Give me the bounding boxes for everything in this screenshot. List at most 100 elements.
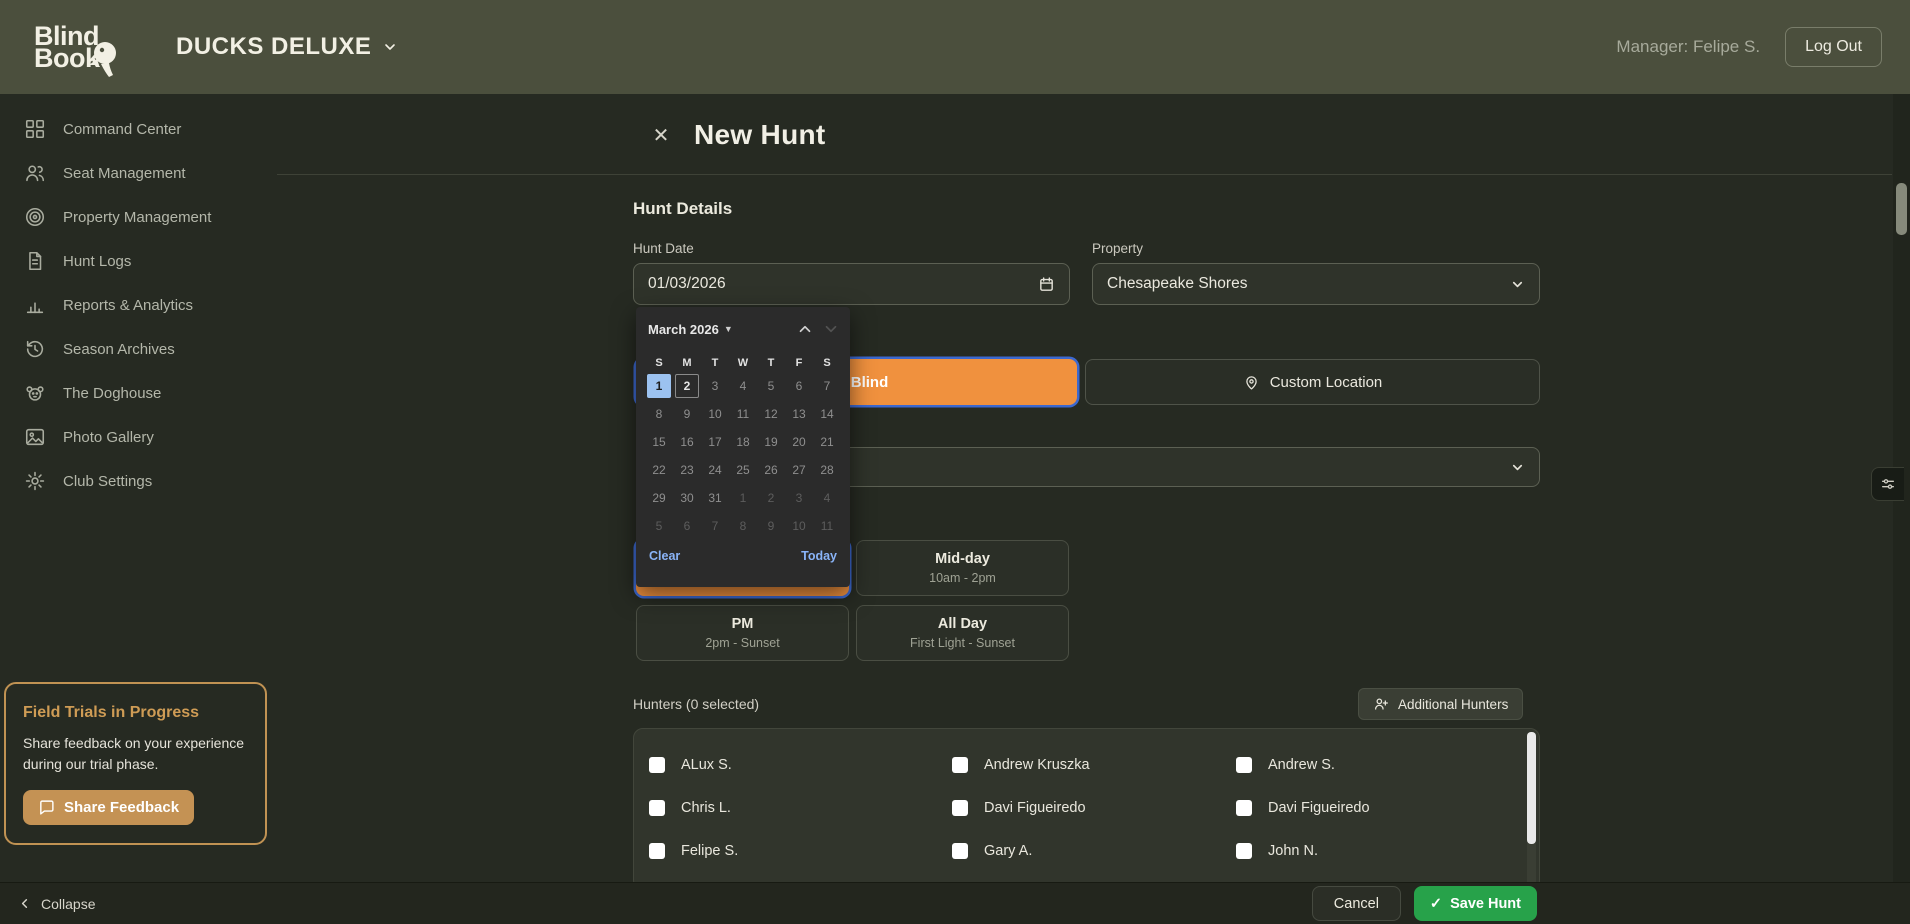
calendar-day-26[interactable]: 26 xyxy=(757,456,785,484)
calendar-day-2[interactable]: 2 xyxy=(757,484,785,512)
hunter-checkbox-row-chris-l[interactable]: Chris L. xyxy=(649,786,952,829)
calendar-day-11[interactable]: 11 xyxy=(729,400,757,428)
calendar-day-19[interactable]: 19 xyxy=(757,428,785,456)
calendar-day-1-selected[interactable]: 1 xyxy=(645,372,673,400)
checkbox[interactable] xyxy=(952,757,968,773)
calendar-day-5[interactable]: 5 xyxy=(757,372,785,400)
calendar-day-5[interactable]: 5 xyxy=(645,512,673,540)
hunter-checkbox-row-gary-a[interactable]: Gary A. xyxy=(952,829,1236,872)
calendar-day-8[interactable]: 8 xyxy=(729,512,757,540)
calendar-day-2-today[interactable]: 2 xyxy=(673,372,701,400)
club-selector[interactable]: DUCKS DELUXE xyxy=(176,33,398,61)
calendar-day-20[interactable]: 20 xyxy=(785,428,813,456)
person-plus-icon xyxy=(1373,696,1389,712)
cancel-button[interactable]: Cancel xyxy=(1312,886,1401,921)
sidebar-item-property-management[interactable]: Property Management xyxy=(0,195,277,239)
calendar-day-10[interactable]: 10 xyxy=(785,512,813,540)
calendar-day-31[interactable]: 31 xyxy=(701,484,729,512)
calendar-day-7[interactable]: 7 xyxy=(813,372,841,400)
checkbox[interactable] xyxy=(1236,843,1252,859)
calendar-day-9[interactable]: 9 xyxy=(673,400,701,428)
footer-bar: Collapse Cancel ✓ Save Hunt xyxy=(0,882,1910,924)
page-scrollbar-thumb[interactable] xyxy=(1896,183,1907,235)
sidebar-item-season-archives[interactable]: Season Archives xyxy=(0,327,277,371)
app-logo[interactable]: Blind Book™ xyxy=(34,25,134,69)
calendar-day-28[interactable]: 28 xyxy=(813,456,841,484)
calendar-day-24[interactable]: 24 xyxy=(701,456,729,484)
sidebar-item-photo-gallery[interactable]: Photo Gallery xyxy=(0,415,277,459)
sidebar-item-the-doghouse[interactable]: The Doghouse xyxy=(0,371,277,415)
hunter-checkbox-row-alux-s[interactable]: ALux S. xyxy=(649,743,952,786)
hunter-checkbox-row-davi-figueiredo[interactable]: Davi Figueiredo xyxy=(952,786,1236,829)
calendar-day-6[interactable]: 6 xyxy=(673,512,701,540)
hunter-checkbox-row-john-n[interactable]: John N. xyxy=(1236,829,1519,872)
sidebar-item-command-center[interactable]: Command Center xyxy=(0,107,277,151)
checkbox[interactable] xyxy=(1236,800,1252,816)
calendar-day-14[interactable]: 14 xyxy=(813,400,841,428)
additional-hunters-button[interactable]: Additional Hunters xyxy=(1358,688,1523,720)
checkbox[interactable] xyxy=(649,843,665,859)
calendar-day-15[interactable]: 15 xyxy=(645,428,673,456)
checkbox[interactable] xyxy=(649,757,665,773)
hunter-checkbox-row-davi-figueiredo[interactable]: Davi Figueiredo xyxy=(1236,786,1519,829)
calendar-day-18[interactable]: 18 xyxy=(729,428,757,456)
calendar-day-27[interactable]: 27 xyxy=(785,456,813,484)
share-feedback-button[interactable]: Share Feedback xyxy=(23,790,194,825)
calendar-day-23[interactable]: 23 xyxy=(673,456,701,484)
hunter-checkbox-row-andrew-s[interactable]: Andrew S. xyxy=(1236,743,1519,786)
calendar-day-6[interactable]: 6 xyxy=(785,372,813,400)
calendar-day-1[interactable]: 1 xyxy=(729,484,757,512)
calendar-day-8[interactable]: 8 xyxy=(645,400,673,428)
time-slot-pm[interactable]: PM 2pm - Sunset xyxy=(636,605,849,661)
calendar-day-22[interactable]: 22 xyxy=(645,456,673,484)
calendar-day-21[interactable]: 21 xyxy=(813,428,841,456)
calendar-day-3[interactable]: 3 xyxy=(785,484,813,512)
chevron-down-icon xyxy=(1510,277,1525,292)
property-select[interactable]: Chesapeake Shores xyxy=(1092,263,1540,305)
history-icon xyxy=(24,338,46,360)
calendar-day-16[interactable]: 16 xyxy=(673,428,701,456)
section-title-hunt-details: Hunt Details xyxy=(633,199,732,219)
sidebar-item-club-settings[interactable]: Club Settings xyxy=(0,459,277,503)
calendar-day-12[interactable]: 12 xyxy=(757,400,785,428)
time-slot-all-day[interactable]: All Day First Light - Sunset xyxy=(856,605,1069,661)
calendar-day-17[interactable]: 17 xyxy=(701,428,729,456)
custom-location-button[interactable]: Custom Location xyxy=(1085,359,1540,405)
sidebar-item-hunt-logs[interactable]: Hunt Logs xyxy=(0,239,277,283)
calendar-day-30[interactable]: 30 xyxy=(673,484,701,512)
calendar-weekday: M xyxy=(673,354,701,372)
hunt-date-input[interactable]: 01/03/2026 xyxy=(633,263,1070,305)
calendar-day-4[interactable]: 4 xyxy=(729,372,757,400)
check-icon: ✓ xyxy=(1430,896,1442,912)
calendar-day-9[interactable]: 9 xyxy=(757,512,785,540)
calendar-day-11[interactable]: 11 xyxy=(813,512,841,540)
close-modal-button[interactable]: ✕ xyxy=(646,120,676,150)
calendar-clear-button[interactable]: Clear xyxy=(649,549,680,563)
sidebar-item-label: Command Center xyxy=(63,121,181,138)
calendar-next-month-button[interactable] xyxy=(822,320,840,338)
calendar-prev-month-button[interactable] xyxy=(796,320,814,338)
collapse-sidebar-button[interactable]: Collapse xyxy=(17,896,95,912)
calendar-day-4[interactable]: 4 xyxy=(813,484,841,512)
save-hunt-button[interactable]: ✓ Save Hunt xyxy=(1414,886,1537,921)
side-panel-toggle[interactable] xyxy=(1871,467,1904,501)
calendar-day-13[interactable]: 13 xyxy=(785,400,813,428)
calendar-day-25[interactable]: 25 xyxy=(729,456,757,484)
calendar-day-10[interactable]: 10 xyxy=(701,400,729,428)
hunter-checkbox-row-andrew-kruszka[interactable]: Andrew Kruszka xyxy=(952,743,1236,786)
hunters-scrollbar-thumb[interactable] xyxy=(1527,732,1536,844)
sidebar-item-seat-management[interactable]: Seat Management xyxy=(0,151,277,195)
checkbox[interactable] xyxy=(649,800,665,816)
hunter-checkbox-row-felipe-s[interactable]: Felipe S. xyxy=(649,829,952,872)
calendar-day-29[interactable]: 29 xyxy=(645,484,673,512)
checkbox[interactable] xyxy=(952,800,968,816)
calendar-today-button[interactable]: Today xyxy=(801,549,837,563)
calendar-month-selector[interactable]: March 2026 ▼ xyxy=(648,322,733,337)
time-slot-midday[interactable]: Mid-day 10am - 2pm xyxy=(856,540,1069,596)
calendar-day-7[interactable]: 7 xyxy=(701,512,729,540)
checkbox[interactable] xyxy=(952,843,968,859)
logout-button[interactable]: Log Out xyxy=(1785,27,1882,67)
calendar-day-3[interactable]: 3 xyxy=(701,372,729,400)
sidebar-item-reports-analytics[interactable]: Reports & Analytics xyxy=(0,283,277,327)
checkbox[interactable] xyxy=(1236,757,1252,773)
